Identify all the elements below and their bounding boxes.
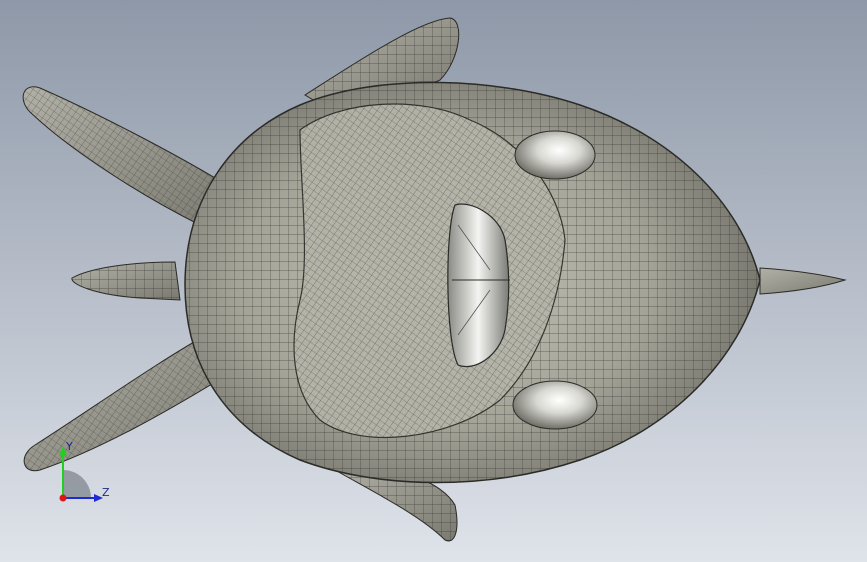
cad-viewport[interactable]: Y Z — [0, 0, 867, 562]
triad-x-axis — [59, 494, 67, 502]
eye-upper[interactable] — [514, 130, 596, 180]
triad-y-label: Y — [66, 440, 73, 453]
mouth-opening[interactable] — [447, 203, 510, 368]
model-scene[interactable] — [0, 0, 867, 562]
eye-lower[interactable] — [512, 380, 598, 430]
triad-z-label: Z — [102, 486, 110, 499]
